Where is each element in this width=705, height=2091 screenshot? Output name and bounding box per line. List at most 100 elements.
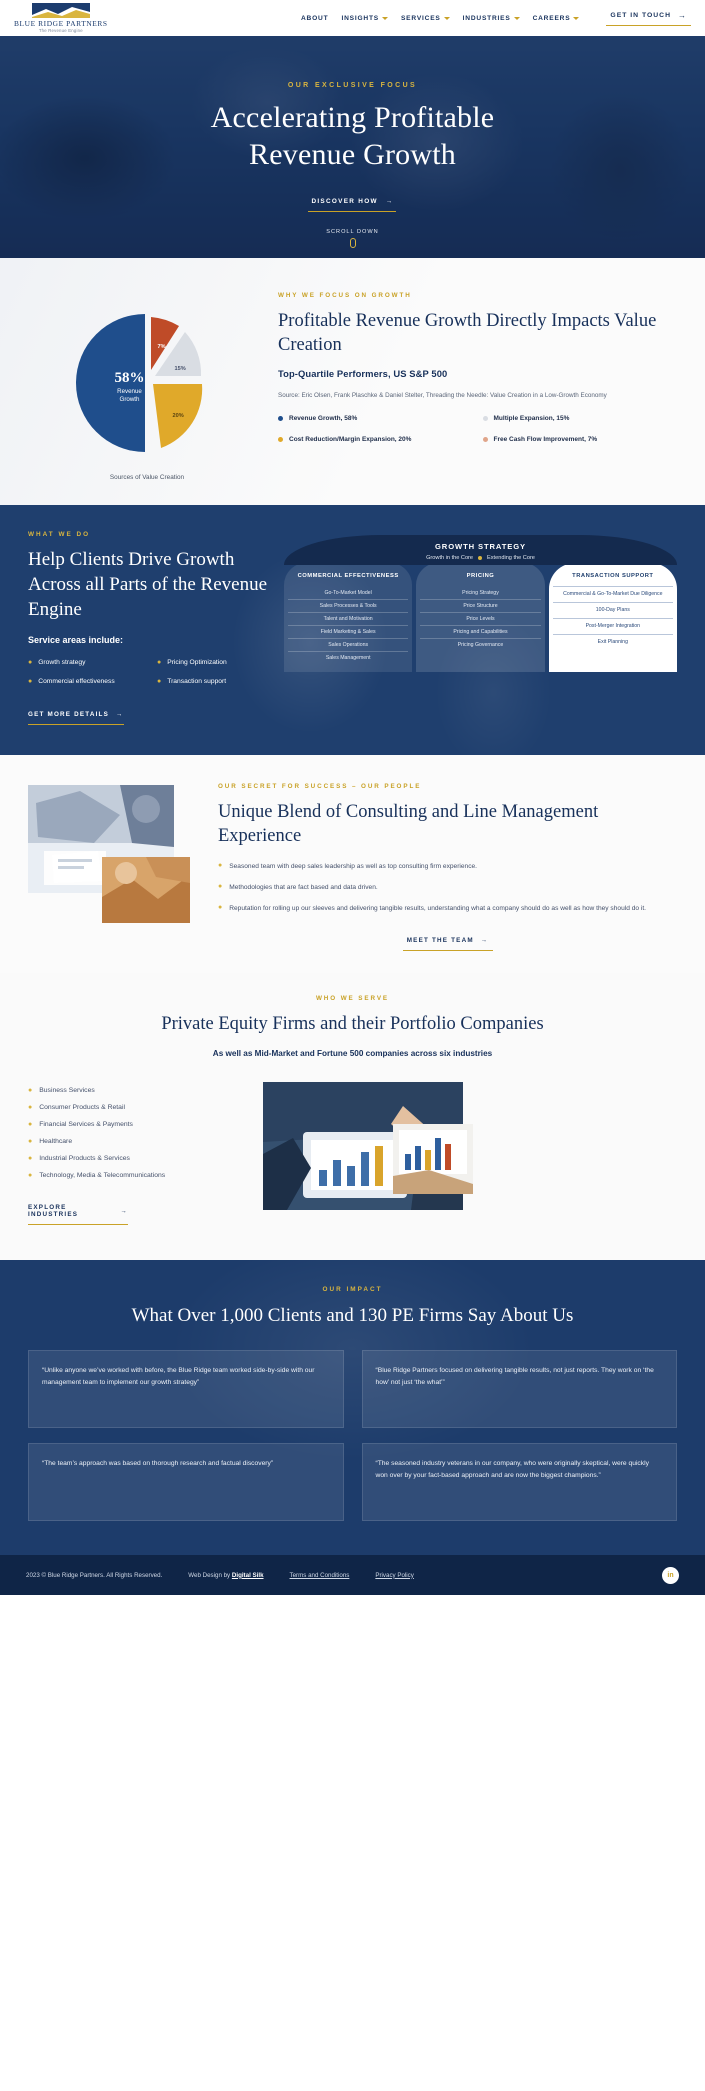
legend-item: Revenue Growth, 58%	[278, 414, 473, 423]
service-item: ● Transaction support	[157, 677, 278, 686]
impact-header: OUR IMPACT What Over 1,000 Clients and 1…	[28, 1286, 677, 1328]
diagram-umbrella: GROWTH STRATEGY Growth in the Core Exten…	[284, 535, 677, 565]
impact-eyebrow: OUR IMPACT	[322, 1286, 383, 1294]
pie-label-7: 7%	[157, 344, 166, 350]
value-creation-pie-chart: 58% Revenue Growth 7% 15% 20%	[65, 308, 230, 458]
legend-swatch-icon	[278, 416, 283, 422]
nav-item-industries[interactable]: INDUSTRIES	[463, 15, 520, 22]
hero-title: Accelerating Profitable Revenue Growth	[211, 100, 495, 173]
service-label: Transaction support	[167, 677, 227, 685]
pillar-item: Pricing and Capabilities	[420, 625, 541, 638]
pillar-title: TRANSACTION SUPPORT	[572, 573, 654, 579]
people-text: OUR SECRET FOR SUCCESS – OUR PEOPLE Uniq…	[218, 779, 677, 951]
people-photo-stack	[28, 779, 200, 939]
logo-mark-icon	[31, 2, 90, 18]
testimonials-grid: “Unlike anyone we’ve worked with before,…	[28, 1350, 677, 1522]
testimonial-card: “The team’s approach was based on thorou…	[28, 1443, 344, 1522]
nav-label: ABOUT	[300, 14, 329, 22]
legend-swatch-icon	[278, 436, 283, 442]
nav-label: INSIGHTS	[341, 14, 379, 22]
bullet-icon: ●	[28, 677, 33, 685]
bullet-icon: ●	[28, 1172, 33, 1180]
chart-column: 58% Revenue Growth 7% 15% 20% Sources of…	[28, 286, 266, 481]
diagram-legend-2: Extending the Core	[487, 555, 535, 561]
people-photo-secondary	[102, 856, 190, 923]
people-bullet-text: Seasoned team with deep sales leadership…	[229, 863, 478, 871]
nav-item-services[interactable]: SERVICES	[401, 15, 450, 22]
people-heading: Unique Blend of Consulting and Line Mana…	[218, 801, 599, 847]
serve-body: ● Business Services ● Consumer Products & …	[28, 1082, 677, 1232]
logo[interactable]: BLUE RIDGE PARTNERS The Revenue Engine	[14, 2, 108, 34]
our-impact-section: OUR IMPACT What Over 1,000 Clients and 1…	[0, 1260, 705, 1556]
growth-strategy-diagram: GROWTH STRATEGY Growth in the Core Exten…	[284, 531, 677, 725]
logo-wave-icon	[31, 6, 90, 18]
bullet-icon: ●	[157, 659, 162, 667]
pillar-item: Sales Operations	[288, 638, 409, 651]
get-more-details-button[interactable]: GET MORE DETAILS →	[28, 711, 124, 725]
serve-photo-stack	[263, 1082, 677, 1232]
pillar-item: Post-Merger Integration	[552, 618, 673, 634]
pillar-item: Field Marketing & Sales	[288, 625, 409, 638]
growth-source: Source: Eric Olsen, Frank Plaschke & Dan…	[278, 392, 607, 400]
explore-industries-label: EXPLORE INDUSTRIES	[28, 1204, 79, 1219]
linkedin-icon[interactable]: in	[662, 1566, 679, 1584]
logo-subtitle: The Revenue Engine	[38, 28, 83, 34]
people-eyebrow: OUR SECRET FOR SUCCESS – OUR PEOPLE	[218, 782, 422, 790]
meet-the-team-label: MEET THE TEAM	[406, 936, 474, 944]
industry-item[interactable]: ● Financial Services & Payments	[28, 1116, 243, 1133]
our-people-section: OUR SECRET FOR SUCCESS – OUR PEOPLE Uniq…	[0, 754, 705, 973]
growth-eyebrow: WHY WE FOCUS ON GROWTH	[278, 292, 412, 299]
pillar-item: Price Levels	[420, 612, 541, 625]
industry-item[interactable]: ● Healthcare	[28, 1133, 243, 1150]
pillar-item: Sales Processes & Tools	[288, 599, 409, 612]
what-we-do-section: WHAT WE DO Help Clients Drive Growth Acr…	[0, 505, 705, 755]
industry-item[interactable]: ● Business Services	[28, 1082, 243, 1099]
footer-webdesign-link[interactable]: Digital Silk	[232, 1572, 264, 1579]
impact-heading: What Over 1,000 Clients and 130 PE Firms…	[131, 1305, 574, 1327]
people-bullet: ● Reputation for rolling up our sleeves a…	[218, 904, 677, 915]
growth-section: 58% Revenue Growth 7% 15% 20% Sources of…	[0, 258, 705, 505]
testimonial-card: “Blue Ridge Partners focused on deliveri…	[361, 1350, 677, 1429]
get-in-touch-button[interactable]: GET IN TOUCH →	[606, 11, 691, 26]
pillar-item: Talent and Motivation	[288, 612, 409, 625]
nav-item-about[interactable]: ABOUT	[301, 15, 328, 22]
footer-webdesign-prefix: Web Design by	[188, 1571, 232, 1579]
arrow-right-icon: →	[385, 197, 394, 205]
industry-item[interactable]: ● Consumer Products & Retail	[28, 1099, 243, 1116]
industry-item[interactable]: ● Industrial Products & Services	[28, 1150, 243, 1167]
growth-heading: Profitable Revenue Growth Directly Impac…	[278, 311, 657, 356]
diagram-pillars: COMMERCIAL EFFECTIVENESS Go-To-Market Mo…	[284, 563, 677, 673]
pillar-item: 100-Day Plans	[552, 602, 673, 618]
legend-label: Cost Reduction/Margin Expansion, 20%	[289, 435, 412, 443]
explore-industries-button[interactable]: EXPLORE INDUSTRIES →	[28, 1204, 128, 1226]
industries-list: ● Business Services ● Consumer Products & …	[28, 1082, 243, 1232]
site-footer: 2023 © Blue Ridge Partners. All Rights R…	[0, 1555, 705, 1596]
nav-item-insights[interactable]: INSIGHTS	[341, 15, 388, 22]
pillar-item: Pricing Strategy	[462, 590, 499, 597]
hero-content: OUR EXCLUSIVE FOCUS Accelerating Profita…	[211, 82, 495, 212]
site-header: BLUE RIDGE PARTNERS The Revenue Engine A…	[0, 0, 705, 36]
industry-item[interactable]: ● Technology, Media & Telecommunications	[28, 1167, 243, 1184]
industry-label: Consumer Products & Retail	[39, 1104, 125, 1112]
scroll-down-indicator[interactable]: SCROLL DOWN	[0, 229, 705, 248]
nav-item-careers[interactable]: CAREERS	[533, 15, 580, 22]
pillar-title: COMMERCIAL EFFECTIVENESS	[297, 573, 399, 579]
who-we-serve-section: WHO WE SERVE Private Equity Firms and th…	[0, 972, 705, 1261]
service-item: ● Pricing Optimization	[157, 658, 278, 667]
footer-privacy-link[interactable]: Privacy Policy	[375, 1572, 414, 1579]
discover-how-button[interactable]: DISCOVER HOW →	[308, 197, 397, 212]
service-areas-list: ● Growth strategy ● Pricing Optimization ●…	[28, 658, 278, 686]
service-label: Commercial effectiveness	[38, 677, 115, 685]
pie-center-label: 58% Revenue Growth	[103, 370, 157, 405]
footer-terms-link[interactable]: Terms and Conditions	[290, 1572, 350, 1579]
pillar-commercial-effectiveness: COMMERCIAL EFFECTIVENESS Go-To-Market Mo…	[284, 563, 413, 673]
pie-label-20: 20%	[172, 413, 184, 419]
meet-the-team-button[interactable]: MEET THE TEAM →	[402, 936, 493, 951]
pillar-item: Go-To-Market Model	[324, 590, 372, 597]
arrow-right-icon: →	[678, 10, 687, 20]
bullet-icon: ●	[28, 1155, 33, 1163]
pie-center-line2: Growth	[119, 396, 140, 404]
bullet-icon: ●	[28, 1138, 33, 1146]
growth-text-column: WHY WE FOCUS ON GROWTH Profitable Revenu…	[278, 286, 677, 481]
people-bullet-text: Methodologies that are fact based and da…	[229, 883, 378, 891]
